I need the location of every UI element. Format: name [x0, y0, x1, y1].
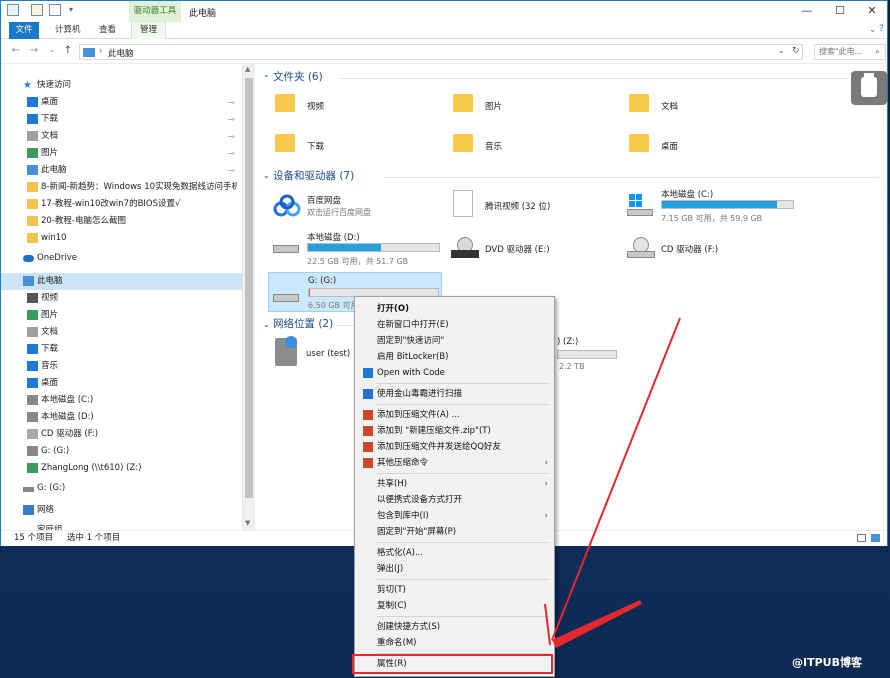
highlight-properties-box [352, 654, 553, 674]
red-arrow-annotation [544, 317, 681, 648]
watermark: @ITPUB博客 [792, 656, 862, 669]
